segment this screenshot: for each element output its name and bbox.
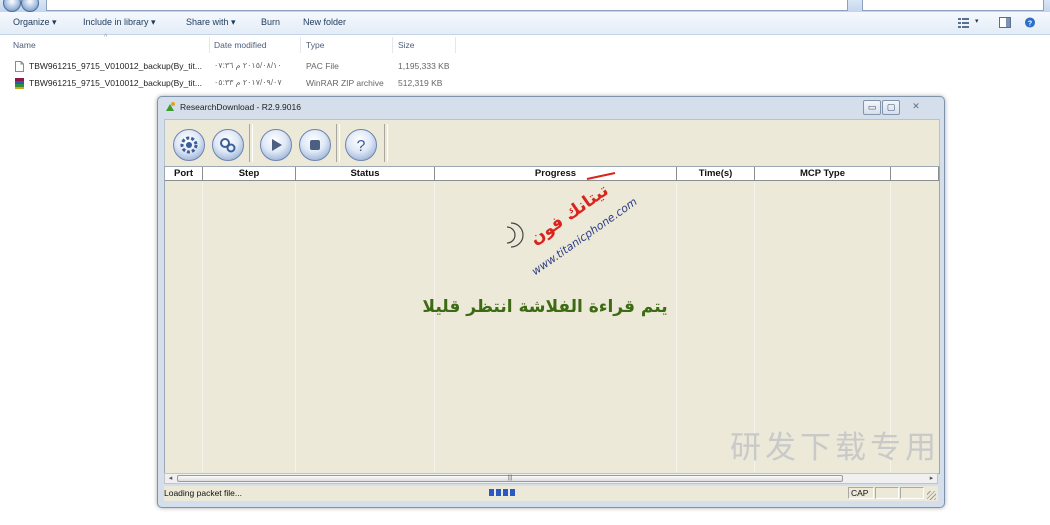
preview-pane-icon[interactable]	[999, 17, 1011, 28]
horizontal-scrollbar[interactable]: ◂ ||| ▸	[164, 473, 938, 484]
toolbar-divider	[336, 124, 340, 162]
column-header-status[interactable]: Status	[296, 167, 435, 181]
back-button[interactable]	[3, 0, 21, 12]
status-text: Loading packet file...	[164, 488, 242, 498]
settings-button[interactable]	[212, 129, 244, 161]
status-bar: Loading packet file... CAP	[164, 486, 938, 501]
scroll-left-arrow-icon[interactable]: ◂	[165, 474, 176, 483]
file-type: WinRAR ZIP archive	[306, 78, 384, 88]
column-header-type[interactable]: Type	[306, 40, 324, 50]
burn-button[interactable]: Burn	[261, 17, 280, 27]
app-icon	[166, 102, 175, 111]
column-header-port[interactable]: Port	[165, 167, 203, 181]
minimize-button[interactable]: ▭	[863, 100, 881, 115]
resize-grip-icon[interactable]	[927, 491, 936, 500]
explorer-toolbar: Organize ▾ Include in library ▾ Share wi…	[0, 12, 1050, 35]
maximize-button[interactable]: ▢	[882, 100, 900, 115]
help-icon[interactable]: ?	[1024, 17, 1036, 28]
titanicphone-watermark: تيتانك فون www.titanicphone.com	[506, 172, 640, 278]
help-icon: ?	[357, 138, 366, 155]
progress-block	[496, 489, 501, 496]
progress-block	[489, 489, 494, 496]
file-date: ٢٠١٥/٠٨/١٠ م ٠٧:٣٦	[214, 61, 282, 70]
settings-gear-icon	[180, 136, 198, 154]
winrar-archive-icon	[15, 78, 24, 89]
column-divider[interactable]	[300, 37, 301, 53]
new-folder-button[interactable]: New folder	[303, 17, 346, 27]
address-input[interactable]	[46, 0, 848, 11]
file-date: ٢٠١٧/٠٩/٠٧ م ٠٥:٣٣	[214, 78, 282, 87]
column-header-mcp-type[interactable]: MCP Type	[755, 167, 891, 181]
download-toolbar: ?	[164, 119, 940, 167]
progress-block	[503, 489, 508, 496]
sort-ascending-icon: ^	[104, 34, 108, 41]
settings-multi-gear-icon	[220, 138, 236, 153]
column-header-date-modified[interactable]: Date modified	[214, 40, 266, 50]
file-size: 1,195,333 KB	[398, 61, 450, 71]
address-bar-strip	[0, 0, 1050, 12]
window-title: ResearchDownload - R2.9.9016	[180, 102, 301, 112]
column-header-name[interactable]: Name	[13, 40, 36, 50]
caps-lock-panel: CAP	[848, 487, 874, 499]
organize-menu[interactable]: Organize ▾	[13, 17, 57, 28]
svg-text:?: ?	[357, 138, 366, 155]
progress-block	[510, 489, 515, 496]
toolbar-divider	[384, 124, 388, 162]
signal-icon	[506, 222, 524, 248]
scroll-right-arrow-icon[interactable]: ▸	[926, 474, 937, 483]
start-download-button[interactable]	[260, 129, 292, 161]
include-in-library-menu[interactable]: Include in library ▾	[83, 17, 156, 28]
document-icon	[15, 61, 24, 72]
search-input[interactable]	[862, 0, 1044, 11]
scroll-lock-panel	[900, 487, 924, 499]
grid-line	[434, 182, 435, 472]
num-lock-panel	[875, 487, 899, 499]
grid-line	[202, 182, 203, 472]
research-download-watermark: 研发下载专用	[730, 430, 940, 466]
close-button[interactable]: ✕	[901, 100, 931, 113]
svg-text:?: ?	[1028, 18, 1033, 27]
toolbar-divider	[249, 124, 253, 162]
column-header-size[interactable]: Size	[398, 40, 415, 50]
forward-button[interactable]	[21, 0, 39, 12]
column-header-step[interactable]: Step	[203, 167, 296, 181]
file-name: TBW961215_9715_V010012_backup(By_tit...	[29, 78, 202, 88]
load-packet-button[interactable]	[173, 129, 205, 161]
view-options-icon[interactable]	[958, 17, 970, 28]
share-with-menu[interactable]: Share with ▾	[186, 17, 236, 28]
column-divider[interactable]	[209, 37, 210, 53]
file-row[interactable]: TBW961215_9715_V010012_backup(By_tit... …	[12, 78, 462, 90]
help-button[interactable]: ?	[345, 129, 377, 161]
grid-line	[295, 182, 296, 472]
scrollbar-thumb[interactable]: |||	[177, 475, 843, 482]
grid-line	[676, 182, 677, 472]
file-type: PAC File	[306, 61, 339, 71]
column-divider[interactable]	[455, 37, 456, 53]
reading-flash-message: يتم قراءة الفلاشة انتظر قليلا	[422, 297, 668, 317]
file-name: TBW961215_9715_V010012_backup(By_tit...	[29, 61, 202, 71]
column-header-time[interactable]: Time(s)	[677, 167, 755, 181]
caps-lock-indicator: CAP	[851, 488, 869, 498]
file-size: 512,319 KB	[398, 78, 443, 88]
stop-icon	[310, 140, 320, 150]
status-progress-panel	[489, 487, 849, 499]
download-list: Port Step Status Progress Time(s) MCP Ty…	[164, 166, 940, 474]
file-row[interactable]: TBW961215_9715_V010012_backup(By_tit... …	[12, 61, 462, 73]
research-download-window: ResearchDownload - R2.9.9016 ▭ ▢ ✕ ? Por…	[157, 96, 945, 508]
column-header-empty	[891, 167, 939, 181]
stop-download-button[interactable]	[299, 129, 331, 161]
play-icon	[272, 139, 282, 151]
view-dropdown-chevron-icon[interactable]: ▾	[975, 17, 979, 25]
column-divider[interactable]	[392, 37, 393, 53]
